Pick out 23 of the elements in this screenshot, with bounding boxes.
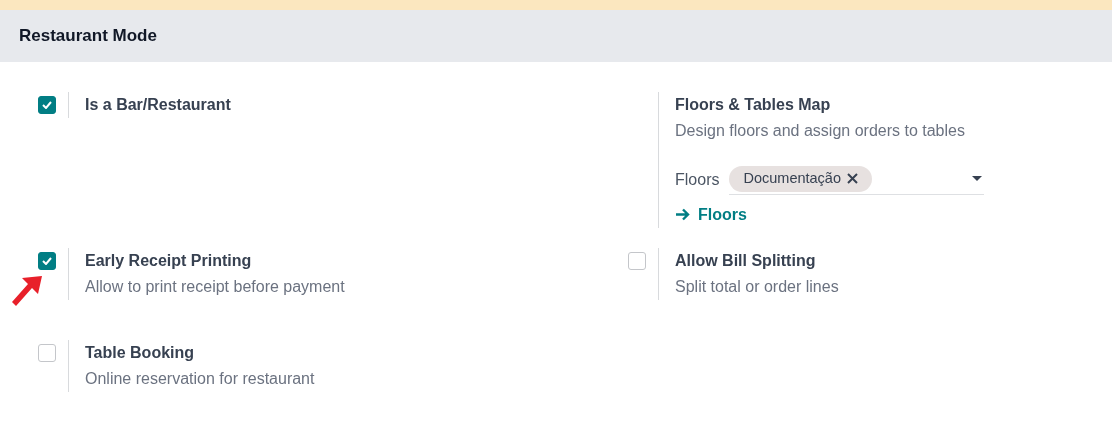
- check-icon: [42, 101, 52, 109]
- tag[interactable]: Documentação: [729, 166, 872, 192]
- section-title: Restaurant Mode: [19, 25, 157, 47]
- setting-description: Allow to print receipt before payment: [85, 277, 345, 298]
- caret-icon[interactable]: [972, 175, 983, 182]
- tags-field[interactable]: Documentação: [729, 166, 985, 195]
- checkbox[interactable]: [38, 344, 56, 363]
- remove-icon[interactable]: [847, 173, 858, 185]
- field-label: Floors: [675, 170, 720, 191]
- setting-title: Floors & Tables Map: [675, 95, 832, 115]
- check-icon: [42, 257, 52, 266]
- setting-title: Early Receipt Printing: [85, 251, 253, 272]
- floors-link[interactable]: Floors: [675, 202, 747, 227]
- arrow-icon: [675, 208, 690, 222]
- setting-description: Design floors and assign orders to tables: [675, 121, 966, 141]
- checkbox[interactable]: [628, 252, 646, 271]
- checkbox[interactable]: [38, 96, 56, 114]
- setting-title: Is a Bar/Restaurant: [85, 95, 231, 115]
- setting-title: Allow Bill Splitting: [675, 251, 817, 272]
- setting-description: Online reservation for restaurant: [85, 369, 315, 390]
- setting-description: Split total or order lines: [675, 277, 839, 298]
- setting-title: Table Booking: [85, 343, 196, 364]
- checkbox[interactable]: [38, 252, 56, 271]
